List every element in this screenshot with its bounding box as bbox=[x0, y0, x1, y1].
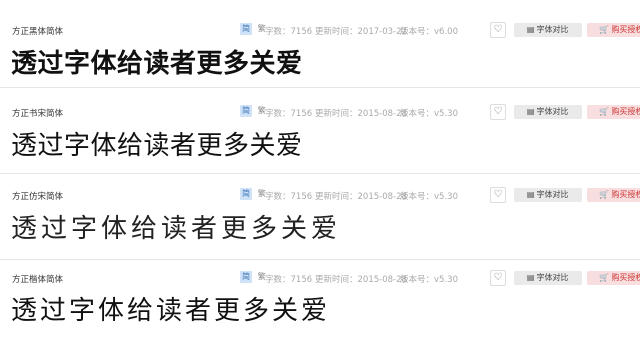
compare-label: 字体对比 bbox=[536, 190, 569, 199]
buy-label: 购买授权 bbox=[611, 25, 640, 34]
cart-icon: 🛒 bbox=[599, 25, 610, 34]
compare-icon: ▤ bbox=[526, 107, 535, 116]
compare-button[interactable]: ▤ 字体对比 bbox=[513, 271, 582, 285]
char-count: 字数：7156 bbox=[265, 25, 312, 37]
row-actions: ♡ ▤ 字体对比 🛒 购买授权 bbox=[490, 187, 640, 203]
compare-label: 字体对比 bbox=[536, 25, 569, 34]
font-list: 方正黑体简体 简 繁 字数：7156 更新时间：2017-03-22 版本号：v… bbox=[0, 0, 640, 345]
font-name[interactable]: 方正仿宋简体 bbox=[12, 190, 63, 202]
char-count-label: 字数： bbox=[265, 109, 291, 119]
compare-icon: ▤ bbox=[526, 190, 535, 199]
font-name[interactable]: 方正黑体简体 bbox=[12, 25, 63, 37]
row-actions: ♡ ▤ 字体对比 🛒 购买授权 bbox=[490, 270, 640, 286]
char-count-value: 7156 bbox=[290, 27, 313, 37]
version-label: 版本号： bbox=[400, 27, 435, 37]
buy-license-button[interactable]: 🛒 购买授权 bbox=[587, 105, 640, 119]
version-value: v6.00 bbox=[434, 27, 458, 37]
simplified-badge[interactable]: 简 bbox=[240, 271, 252, 283]
font-row-fz-kaiti: 方正楷体简体 简 繁 字数：7156 更新时间：2015-08-28 版本号：v… bbox=[0, 260, 640, 346]
update-date-label: 更新时间： bbox=[315, 109, 358, 119]
font-row-fz-fangsong: 方正仿宋简体 简 繁 字数：7156 更新时间：2015-08-28 版本号：v… bbox=[0, 174, 640, 260]
compare-button[interactable]: ▤ 字体对比 bbox=[513, 105, 582, 119]
version-label: 版本号： bbox=[400, 275, 435, 285]
heart-icon[interactable]: ♡ bbox=[490, 187, 506, 203]
cart-icon: 🛒 bbox=[599, 107, 610, 116]
font-meta: 方正黑体简体 简 繁 字数：7156 更新时间：2017-03-22 版本号：v… bbox=[12, 22, 640, 38]
font-preview: 透过字体给读者更多关爱 bbox=[11, 296, 331, 326]
cart-icon: 🛒 bbox=[599, 273, 610, 282]
version: 版本号：v5.30 bbox=[400, 107, 458, 119]
compare-icon: ▤ bbox=[526, 25, 535, 34]
update-date: 更新时间：2017-03-22 bbox=[315, 25, 407, 37]
row-actions: ♡ ▤ 字体对比 🛒 购买授权 bbox=[490, 104, 640, 120]
update-date-label: 更新时间： bbox=[315, 27, 358, 37]
compare-label: 字体对比 bbox=[536, 107, 569, 116]
update-date: 更新时间：2015-08-28 bbox=[315, 107, 407, 119]
update-date: 更新时间：2015-08-28 bbox=[315, 190, 407, 202]
char-count: 字数：7156 bbox=[265, 107, 312, 119]
buy-license-button[interactable]: 🛒 购买授权 bbox=[587, 188, 640, 202]
char-count-label: 字数： bbox=[265, 27, 291, 37]
heart-icon[interactable]: ♡ bbox=[490, 22, 506, 38]
char-count-label: 字数： bbox=[265, 192, 291, 202]
update-date-label: 更新时间： bbox=[315, 192, 358, 202]
buy-license-button[interactable]: 🛒 购买授权 bbox=[587, 271, 640, 285]
font-name[interactable]: 方正书宋简体 bbox=[12, 107, 63, 119]
simplified-badge[interactable]: 简 bbox=[240, 23, 252, 35]
char-count: 字数：7156 bbox=[265, 190, 312, 202]
version: 版本号：v5.30 bbox=[400, 273, 458, 285]
char-count-value: 7156 bbox=[290, 192, 313, 202]
update-date-label: 更新时间： bbox=[315, 275, 358, 285]
compare-label: 字体对比 bbox=[536, 273, 569, 282]
update-date: 更新时间：2015-08-28 bbox=[315, 273, 407, 285]
heart-icon[interactable]: ♡ bbox=[490, 270, 506, 286]
font-meta: 方正仿宋简体 简 繁 字数：7156 更新时间：2015-08-28 版本号：v… bbox=[12, 187, 640, 203]
simplified-badge[interactable]: 简 bbox=[240, 105, 252, 117]
buy-label: 购买授权 bbox=[611, 273, 640, 282]
simplified-badge[interactable]: 简 bbox=[240, 188, 252, 200]
char-count-label: 字数： bbox=[265, 275, 291, 285]
version-value: v5.30 bbox=[434, 192, 458, 202]
font-row-fz-shusong: 方正书宋简体 简 繁 字数：7156 更新时间：2015-08-28 版本号：v… bbox=[0, 88, 640, 174]
row-actions: ♡ ▤ 字体对比 🛒 购买授权 bbox=[490, 22, 640, 38]
char-count: 字数：7156 bbox=[265, 273, 312, 285]
font-meta: 方正楷体简体 简 繁 字数：7156 更新时间：2015-08-28 版本号：v… bbox=[12, 270, 640, 286]
font-preview: 透过字体给读者更多关爱 bbox=[11, 49, 303, 79]
version-value: v5.30 bbox=[434, 109, 458, 119]
cart-icon: 🛒 bbox=[599, 190, 610, 199]
buy-label: 购买授权 bbox=[611, 190, 640, 199]
font-name[interactable]: 方正楷体简体 bbox=[12, 273, 63, 285]
compare-button[interactable]: ▤ 字体对比 bbox=[513, 188, 582, 202]
version-label: 版本号： bbox=[400, 192, 435, 202]
version-label: 版本号： bbox=[400, 109, 435, 119]
font-meta: 方正书宋简体 简 繁 字数：7156 更新时间：2015-08-28 版本号：v… bbox=[12, 104, 640, 120]
compare-icon: ▤ bbox=[526, 273, 535, 282]
version: 版本号：v6.00 bbox=[400, 25, 458, 37]
char-count-value: 7156 bbox=[290, 109, 313, 119]
char-count-value: 7156 bbox=[290, 275, 313, 285]
buy-license-button[interactable]: 🛒 购买授权 bbox=[587, 23, 640, 37]
font-row-fz-heiti: 方正黑体简体 简 繁 字数：7156 更新时间：2017-03-22 版本号：v… bbox=[0, 2, 640, 88]
version-value: v5.30 bbox=[434, 275, 458, 285]
font-preview: 透过字体给读者更多关爱 bbox=[11, 214, 342, 244]
font-preview: 透过字体给读者更多关爱 bbox=[11, 131, 303, 161]
buy-label: 购买授权 bbox=[611, 107, 640, 116]
heart-icon[interactable]: ♡ bbox=[490, 104, 506, 120]
version: 版本号：v5.30 bbox=[400, 190, 458, 202]
compare-button[interactable]: ▤ 字体对比 bbox=[513, 23, 582, 37]
